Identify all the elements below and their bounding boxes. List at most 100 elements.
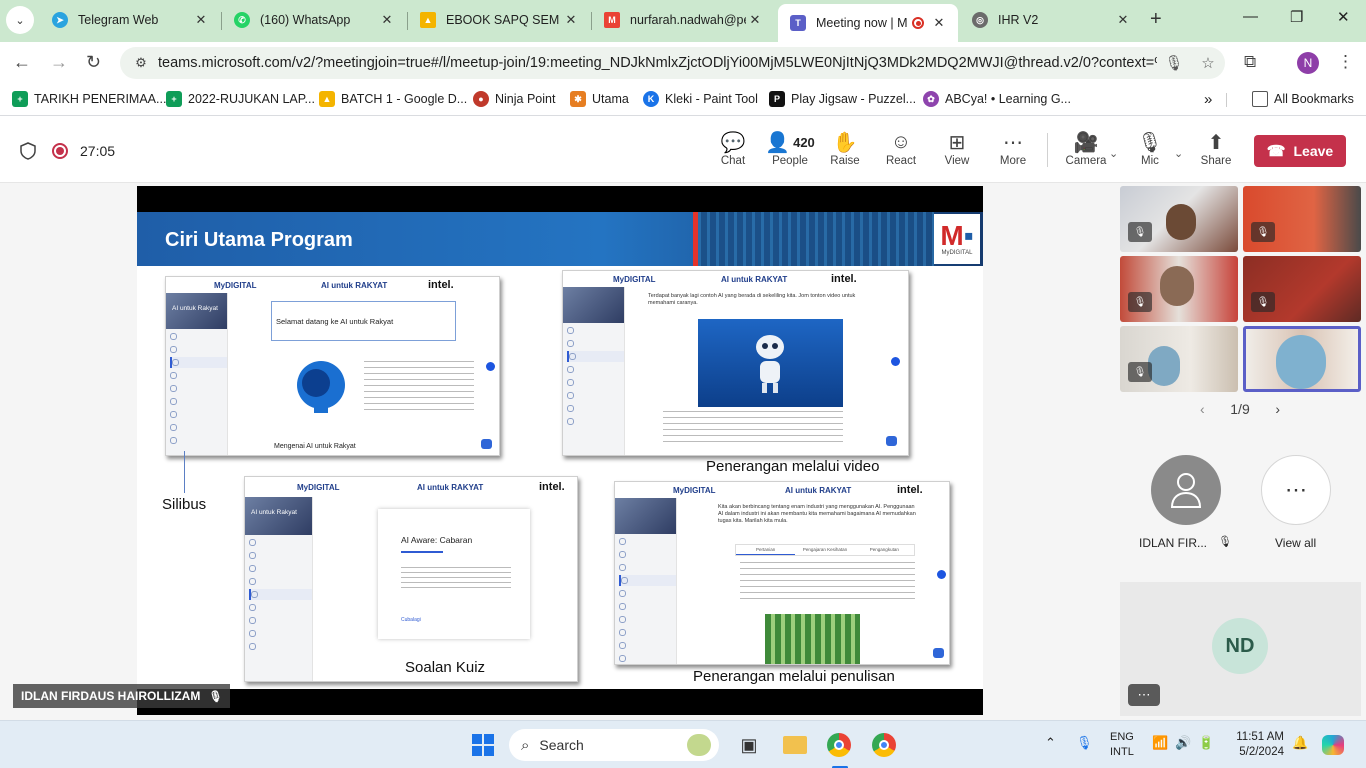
bookmark-item[interactable]: ✱ Utama [570,91,629,107]
participant-tile[interactable]: 🎙 [1120,326,1238,392]
chevron-left-icon[interactable]: ‹ [1200,401,1205,417]
reload-icon[interactable]: ↻ [86,52,101,73]
chevron-down-icon[interactable]: ⌄ [1174,147,1183,160]
bookmark-item[interactable]: ✿ ABCya! • Learning G... [923,91,1071,107]
new-tab-button[interactable]: + [1150,8,1162,31]
file-explorer-icon[interactable] [783,733,807,757]
more-dots-icon: ⋯ [1285,477,1307,502]
react-button[interactable]: ☺ React [875,129,927,168]
battery-icon[interactable]: 🔋 [1198,735,1214,751]
address-bar[interactable]: ⚙ teams.microsoft.com/v2/?meetingjoin=tr… [120,47,1225,79]
notification-bell-icon[interactable]: 🔔 [1292,735,1308,751]
participant-name: IDLAN FIR... [1139,536,1208,550]
tab-pertanian[interactable]: Pertanian [736,545,796,555]
tab-title: IHR V2 [998,13,1039,27]
grid-icon: ⊞ [948,131,966,154]
bookmark-item[interactable]: ● Ninja Point [473,91,555,107]
profile-avatar[interactable]: N [1297,52,1319,74]
copilot-icon[interactable] [1322,735,1344,755]
tab-whatsapp[interactable]: ✆ (160) WhatsApp ✕ [222,4,406,36]
bookmark-item[interactable]: P Play Jigsaw - Puzzel... [769,91,916,107]
bookmark-item[interactable]: K Kleki - Paint Tool [643,91,758,107]
close-icon[interactable]: ✕ [1114,12,1132,28]
taskbar-search[interactable]: ⌕ Search [509,729,719,761]
back-icon[interactable]: ← [13,52,31,73]
leave-button[interactable]: ☎ Leave [1254,135,1346,167]
participant-tile[interactable]: 🎙 [1243,256,1361,322]
slide-banner: Ciri Utama Program M▪ MyDIGITAL [137,212,983,266]
camera-button[interactable]: 🎥 Camera [1060,129,1112,168]
close-icon[interactable]: ✕ [378,12,396,28]
participant-tile[interactable]: 🎙 [1243,186,1361,252]
self-view-options-button[interactable]: ⋯ [1128,684,1160,706]
close-icon[interactable]: ✕ [746,12,764,28]
menu-icon[interactable]: ⋮ [1337,52,1354,72]
intro-text: Terdapat banyak lagi contoh AI yang bera… [648,293,856,306]
tab-search-button[interactable]: ⌄ [6,6,34,34]
quiz-instructions [401,567,511,591]
url-text[interactable]: teams.microsoft.com/v2/?meetingjoin=true… [158,55,1157,71]
tab-ihr[interactable]: ◎ IHR V2 ✕ [960,4,1142,36]
participant-tile[interactable]: 🎙 [1120,186,1238,252]
site-settings-icon[interactable]: ⚙ [128,55,154,71]
teams-icon: T [790,15,806,31]
participant-tile-active[interactable] [1243,326,1361,392]
chrome-profile-icon[interactable] [872,733,896,757]
close-icon[interactable]: ✕ [930,15,948,31]
close-icon[interactable]: ✕ [192,12,210,28]
bookmark-item[interactable]: + TARIKH PENERIMAA... [12,91,166,107]
more-bookmarks-icon[interactable]: » [1204,91,1212,108]
extensions-icon[interactable]: ⧉ [1244,52,1256,72]
bookmark-star-icon[interactable]: ☆ [1191,54,1225,72]
forward-icon[interactable]: → [50,52,68,73]
raise-hand-button[interactable]: ✋ Raise [819,129,871,168]
chevron-right-icon[interactable]: › [1275,401,1280,417]
microphone-icon[interactable]: 🎙 [1076,735,1093,751]
tab-pengangkutan[interactable]: Pengangkutan [855,545,914,555]
mic-label: Mic [1141,155,1159,167]
bookmark-label: Play Jigsaw - Puzzel... [791,92,917,106]
task-view-icon[interactable]: ▣ [737,733,761,757]
view-button[interactable]: ⊞ View [931,129,983,168]
microphone-icon[interactable]: 🎙 [1157,54,1191,72]
quiz-card: AI Aware: Cabaran Cubalagi [378,509,530,639]
more-button[interactable]: ⋯ More [987,129,1039,168]
bookmark-label: ABCya! • Learning G... [945,92,1071,106]
input-language[interactable]: ENG INTL [1110,730,1134,760]
tab-kesihatan[interactable]: Pengajaran Kesihatan [795,545,854,555]
all-bookmarks[interactable]: All Bookmarks [1252,91,1354,107]
tab-gmail[interactable]: M nurfarah.nadwah@pe ✕ [592,4,774,36]
share-button[interactable]: ⬆ Share [1190,129,1242,168]
bookmark-item[interactable]: +2022-RUJUKAN LAP... [166,91,315,107]
participant-avatar[interactable] [1151,455,1221,525]
shield-icon[interactable] [20,142,36,160]
chat-bubble-icon [933,648,944,658]
chevron-up-icon[interactable]: ⌃ [1045,735,1056,751]
chevron-down-icon[interactable]: ⌄ [1109,147,1118,160]
participant-tile[interactable]: 🎙 [1120,256,1238,322]
syllabus-screenshot: MyDIGITAL AI untuk RAKYAT intel. AI untu… [165,276,500,456]
bookmark-item[interactable]: ▲ BATCH 1 - Google D... [319,91,467,107]
windows-start-icon[interactable] [471,733,495,757]
chrome-icon[interactable] [827,733,851,757]
system-clock[interactable]: 11:51 AM 5/2/2024 [1226,730,1284,760]
restore-icon[interactable]: ❐ [1290,8,1303,26]
divider [1226,93,1227,107]
view-all-button[interactable]: ⋯ [1261,455,1331,525]
minimize-icon[interactable]: — [1243,8,1258,25]
tab-telegram[interactable]: ➤ Telegram Web ✕ [40,4,220,36]
people-button[interactable]: 👤 420 People [762,129,818,168]
quiz-retry-link[interactable]: Cubalagi [401,617,421,623]
wifi-icon[interactable]: 📶 [1152,735,1168,751]
people-label: People [772,155,808,167]
mic-button[interactable]: 🎙 Mic [1124,129,1176,168]
close-window-icon[interactable]: ✕ [1337,8,1350,26]
tab-ebook[interactable]: ▲ EBOOK SAPQ SEM 2 2 ✕ [408,4,590,36]
mic-off-icon: 🎙 [1128,362,1152,382]
close-icon[interactable]: ✕ [562,12,580,28]
chat-button[interactable]: 💬 Chat [707,129,759,168]
tab-teams-meeting[interactable]: T Meeting now | M ✕ [778,4,958,42]
partner-logos: MyDIGITAL AI untuk RAKYAT intel. [613,273,857,285]
volume-icon[interactable]: 🔊 [1175,735,1191,751]
video-player[interactable] [698,319,843,407]
